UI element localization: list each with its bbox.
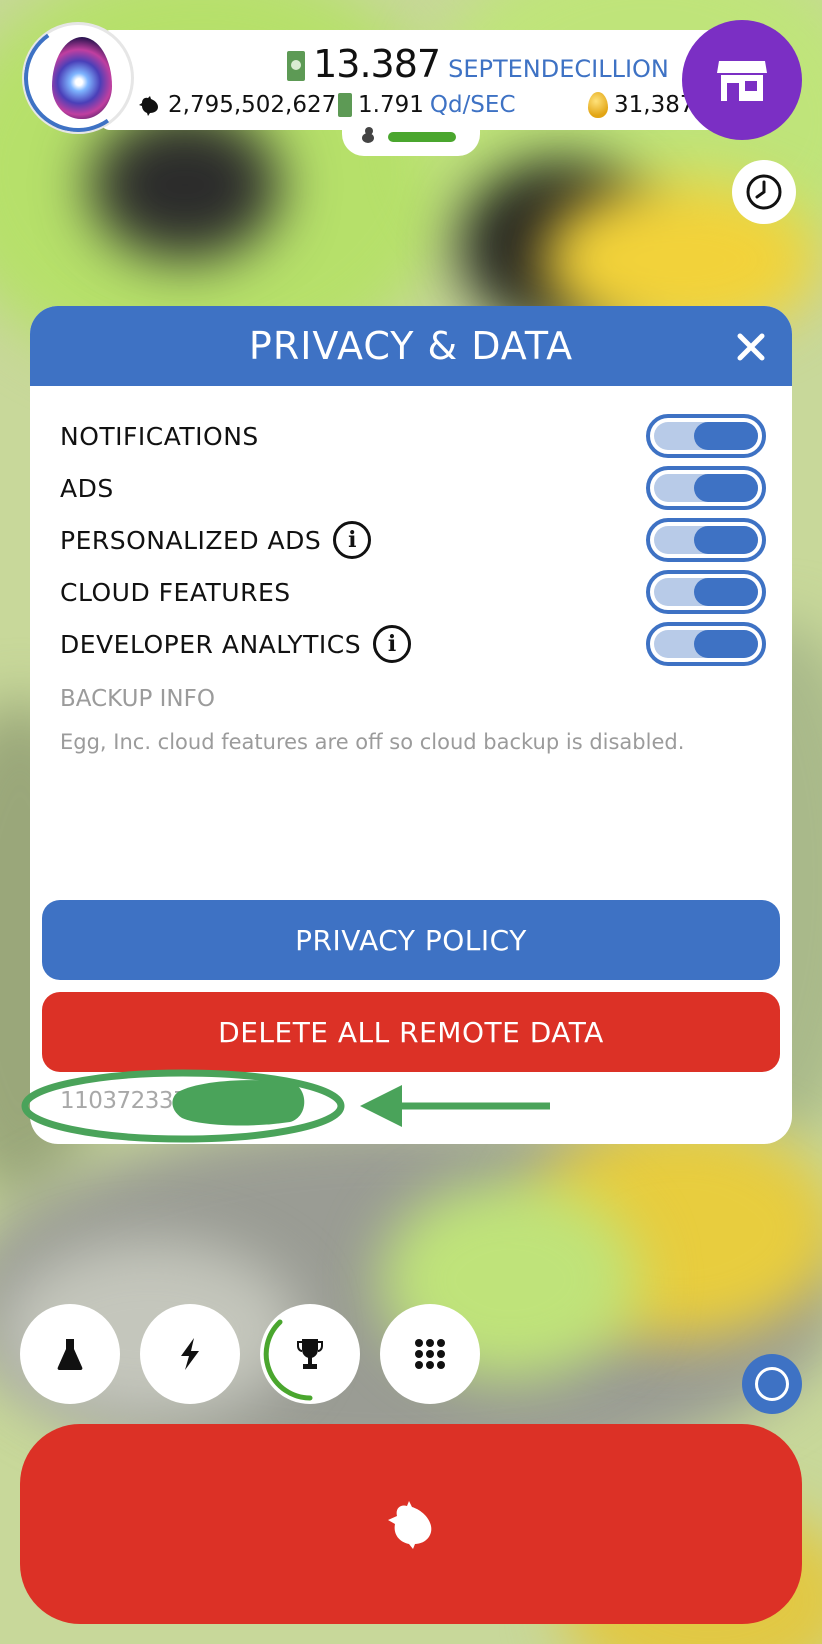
info-icon[interactable]: i [333, 521, 372, 559]
personalized-ads-toggle[interactable] [646, 518, 766, 562]
chicken-icon [388, 1501, 432, 1549]
delete-remote-data-button[interactable]: DELETE ALL REMOTE DATA [42, 992, 780, 1072]
top-hud: 13.387 SEPTENDECILLION 2,795,502,627 1.7… [100, 30, 740, 130]
ring-button[interactable] [742, 1354, 802, 1414]
hatch-chicken-button[interactable] [20, 1424, 802, 1624]
chicken-count: 2,795,502,627 [138, 92, 336, 118]
money-value: 13.387 [313, 42, 441, 86]
grid-menu-icon [415, 1339, 445, 1369]
dialog-title: PRIVACY & DATA [248, 324, 574, 368]
setting-label: NOTIFICATIONS [60, 421, 259, 451]
setting-developer-analytics: DEVELOPER ANALYTICS i [60, 618, 766, 670]
money-unit: SEPTENDECILLION [448, 55, 669, 83]
info-icon[interactable]: i [373, 625, 412, 663]
earning-rate-unit: Qd/SEC [429, 92, 516, 118]
golden-egg-count: 31,387 [588, 92, 694, 118]
setting-cloud-features: CLOUD FEATURES [60, 566, 766, 618]
boosts-button[interactable] [140, 1304, 240, 1404]
golden-egg-value: 31,387 [614, 92, 695, 118]
ring-icon [755, 1367, 789, 1401]
research-button[interactable] [20, 1304, 120, 1404]
clock-icon [746, 174, 782, 210]
flask-icon [57, 1339, 83, 1370]
cloud-features-toggle[interactable] [646, 570, 766, 614]
notifications-toggle[interactable] [646, 414, 766, 458]
menu-button[interactable] [380, 1304, 480, 1404]
trophy-progress-ring [263, 1319, 313, 1401]
ads-toggle[interactable] [646, 466, 766, 510]
setting-label: ADS [60, 473, 114, 503]
egg-badge[interactable] [15, 15, 141, 141]
golden-egg-icon [588, 92, 608, 118]
money-display: 13.387 SEPTENDECILLION [268, 42, 688, 90]
lightning-icon [181, 1338, 199, 1370]
setting-label: PERSONALIZED ADS [60, 525, 322, 555]
backup-info-text: Egg, Inc. cloud features are off so clou… [60, 730, 685, 754]
earning-rate: 1.791 Qd/SEC [338, 92, 516, 118]
device-id: 1103723372522 [60, 1088, 244, 1114]
cash-icon [287, 51, 306, 81]
hatch-progress [342, 118, 480, 156]
cash-icon [338, 93, 352, 117]
privacy-data-dialog: PRIVACY & DATA NOTIFICATIONS ADS PERSONA… [30, 306, 792, 1144]
earning-rate-value: 1.791 [358, 92, 424, 118]
shop-button[interactable] [682, 20, 802, 140]
shop-icon [717, 61, 767, 101]
clock-button[interactable] [732, 160, 796, 224]
privacy-policy-button[interactable]: PRIVACY POLICY [42, 900, 780, 980]
hatch-progress-bar [388, 132, 456, 142]
setting-personalized-ads: PERSONALIZED ADS i [60, 514, 766, 566]
chicken-icon [139, 96, 158, 116]
close-icon [737, 333, 765, 361]
setting-label: DEVELOPER ANALYTICS [60, 629, 362, 659]
close-button[interactable] [728, 324, 774, 370]
settings-list: NOTIFICATIONS ADS PERSONALIZED ADS i CLO… [60, 410, 766, 670]
trophy-button[interactable] [260, 1304, 360, 1404]
setting-ads: ADS [60, 462, 766, 514]
chick-icon [362, 127, 374, 143]
chicken-count-value: 2,795,502,627 [168, 92, 337, 118]
backup-info-title: BACKUP INFO [60, 686, 215, 712]
dialog-header: PRIVACY & DATA [30, 306, 792, 386]
developer-analytics-toggle[interactable] [646, 622, 766, 666]
setting-label: CLOUD FEATURES [60, 577, 291, 607]
setting-notifications: NOTIFICATIONS [60, 410, 766, 462]
